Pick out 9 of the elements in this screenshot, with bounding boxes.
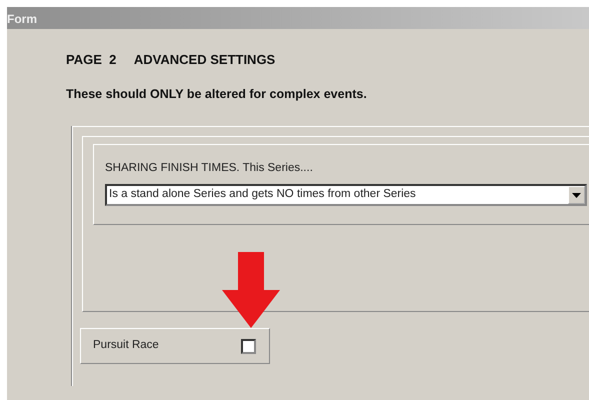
down-arrow-icon bbox=[222, 252, 280, 328]
group-label: SHARING FINISH TIMES. This Series.... bbox=[105, 161, 313, 176]
window-title: Form bbox=[7, 11, 37, 28]
page-heading: PAGE 2 ADVANCED SETTINGS bbox=[66, 51, 276, 69]
pursuit-label: Pursuit Race bbox=[93, 338, 160, 354]
sharing-dropdown[interactable]: Is a stand alone Series and gets NO times from other Series bbox=[105, 184, 587, 206]
pursuit-checkbox[interactable] bbox=[241, 338, 256, 354]
notice-text: These should ONLY be altered for complex events. bbox=[66, 86, 367, 103]
dropdown-arrow-icon bbox=[572, 192, 581, 198]
